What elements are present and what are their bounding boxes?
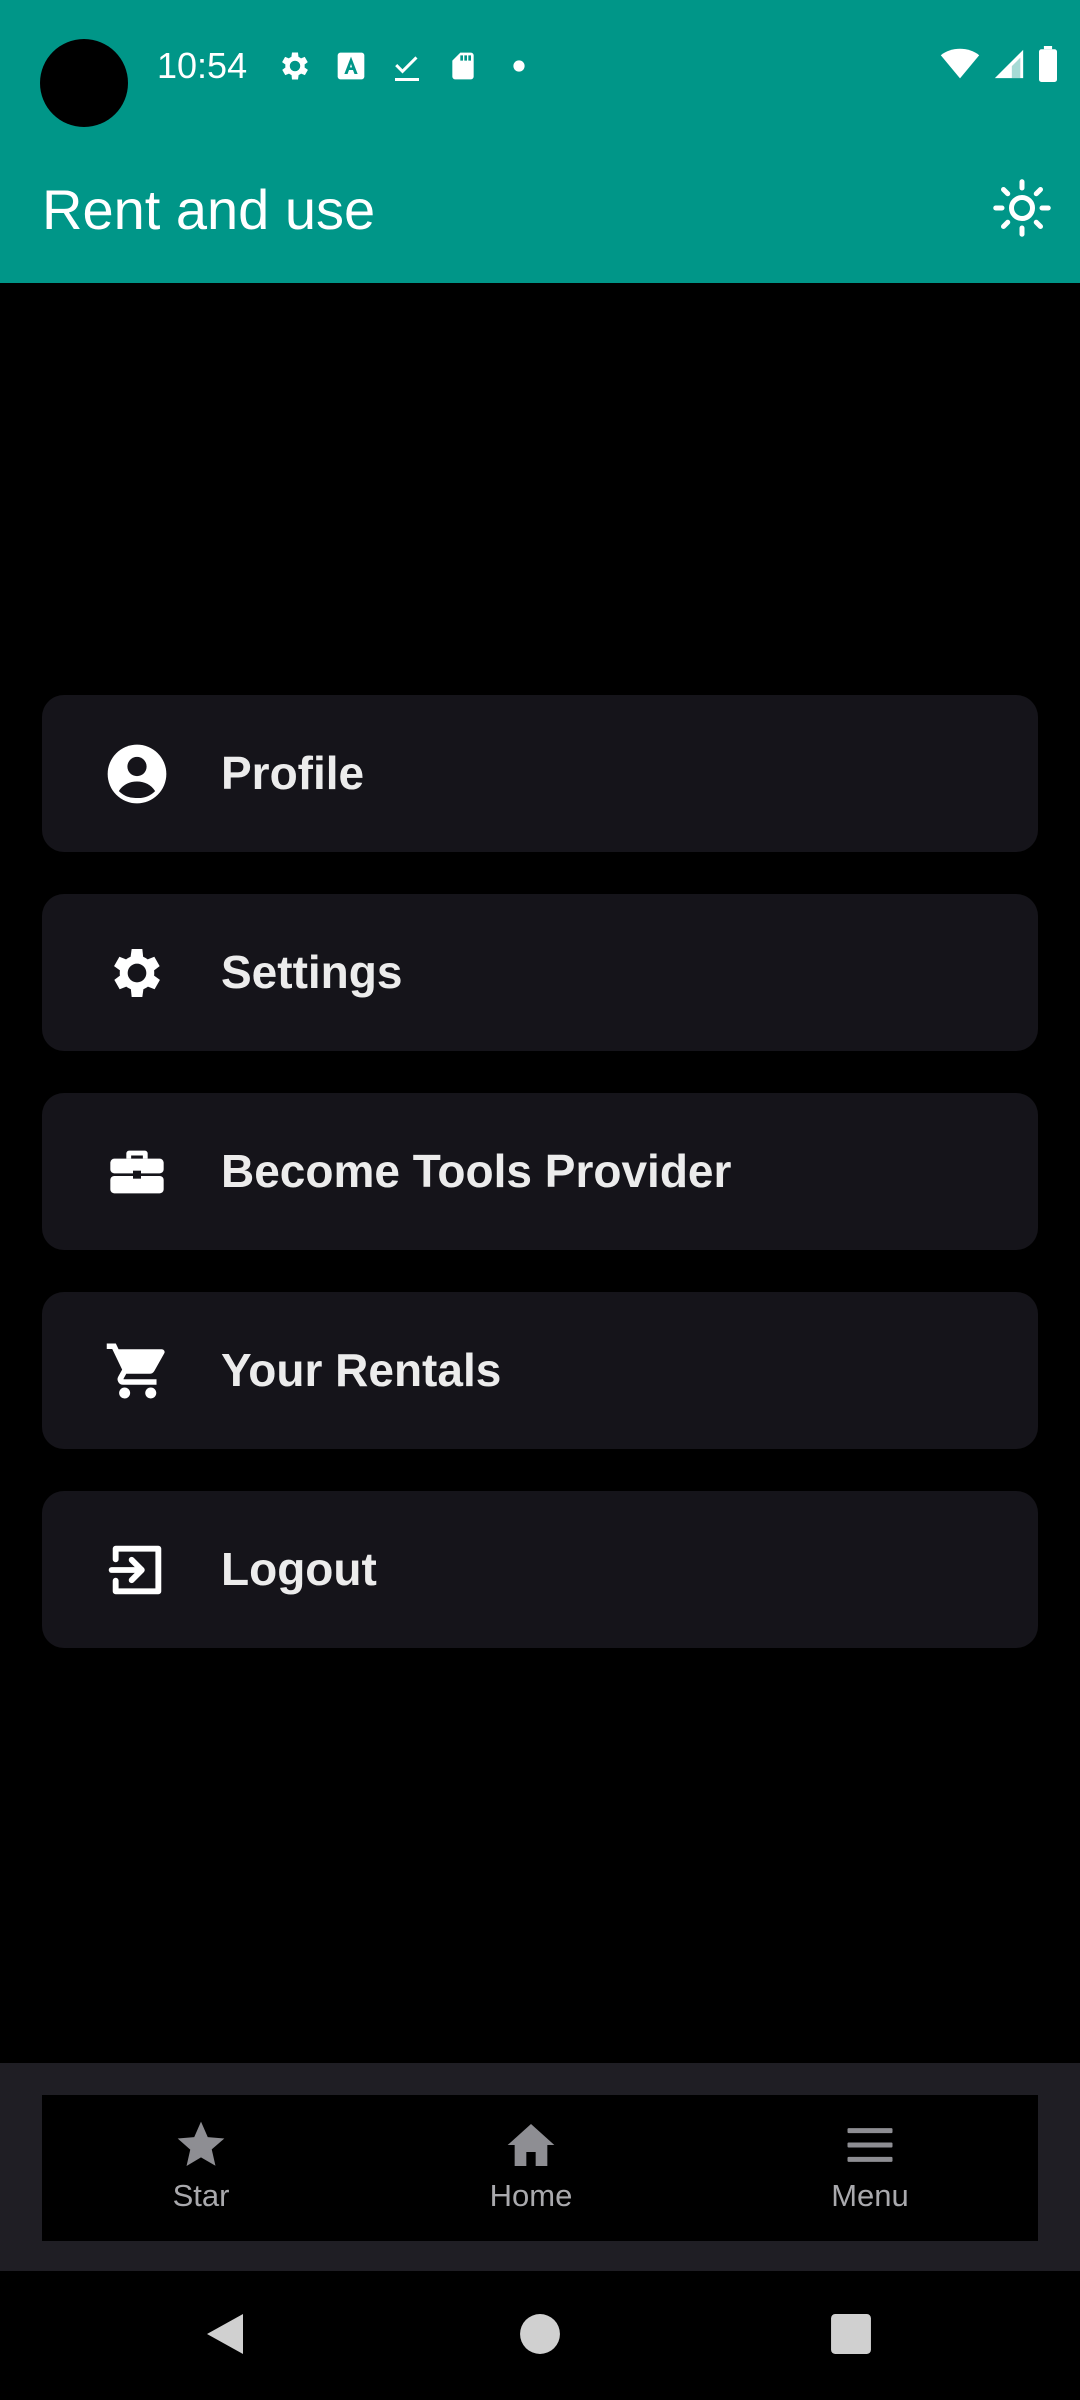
menu-item-label: Settings bbox=[221, 946, 403, 998]
bottom-nav-container: Star Home Menu bbox=[0, 2063, 1080, 2271]
cart-icon bbox=[104, 1338, 170, 1404]
gear-icon bbox=[276, 47, 314, 85]
nav-item-star[interactable]: Star bbox=[101, 2095, 301, 2241]
font-a-icon bbox=[332, 47, 370, 85]
gear-icon bbox=[104, 940, 170, 1006]
menu-item-label: Logout bbox=[221, 1543, 377, 1595]
wifi-icon bbox=[940, 48, 980, 85]
menu-icon bbox=[770, 2117, 970, 2173]
system-nav-bar bbox=[0, 2271, 1080, 2400]
menu-item-label: Profile bbox=[221, 747, 365, 799]
download-check-icon bbox=[388, 47, 426, 85]
notification-icons bbox=[276, 46, 538, 86]
nav-label-home: Home bbox=[489, 2178, 573, 2213]
menu-item-label: Your Rentals bbox=[221, 1344, 502, 1396]
logout-icon bbox=[104, 1537, 170, 1603]
camera-cutout bbox=[40, 39, 128, 127]
system-home-button[interactable] bbox=[515, 2311, 565, 2361]
back-triangle-icon bbox=[203, 2310, 247, 2363]
nav-item-home[interactable]: Home bbox=[431, 2095, 631, 2241]
menu-item-profile[interactable]: Profile bbox=[42, 695, 1038, 852]
app-bar: Rent and use bbox=[0, 160, 1080, 260]
home-circle-icon bbox=[519, 2313, 561, 2360]
battery-icon bbox=[1038, 45, 1058, 87]
sd-card-icon bbox=[444, 47, 482, 85]
system-status-icons bbox=[940, 45, 1058, 87]
star-icon bbox=[101, 2117, 301, 2173]
nav-label-star: Star bbox=[172, 2178, 230, 2213]
system-recents-button[interactable] bbox=[826, 2311, 876, 2361]
menu-item-logout[interactable]: Logout bbox=[42, 1491, 1038, 1648]
menu-item-settings[interactable]: Settings bbox=[42, 894, 1038, 1051]
sun-icon bbox=[992, 178, 1052, 243]
theme-toggle-button[interactable] bbox=[988, 176, 1056, 244]
nav-item-menu[interactable]: Menu bbox=[770, 2095, 970, 2241]
briefcase-icon bbox=[104, 1139, 170, 1205]
home-icon bbox=[431, 2117, 631, 2173]
menu-list: Profile Settings Become Tools Provider Y… bbox=[42, 695, 1038, 1690]
status-bar: 10:54 bbox=[0, 0, 1080, 136]
status-time: 10:54 bbox=[157, 45, 248, 86]
menu-item-label: Become Tools Provider bbox=[221, 1145, 732, 1197]
recents-square-icon bbox=[830, 2313, 872, 2360]
dot-icon bbox=[500, 47, 538, 85]
signal-icon bbox=[992, 47, 1026, 86]
bottom-nav: Star Home Menu bbox=[42, 2095, 1038, 2241]
app-title: Rent and use bbox=[42, 178, 376, 241]
nav-label-menu: Menu bbox=[831, 2178, 909, 2213]
menu-item-become-tools-provider[interactable]: Become Tools Provider bbox=[42, 1093, 1038, 1250]
system-back-button[interactable] bbox=[200, 2311, 250, 2361]
menu-item-your-rentals[interactable]: Your Rentals bbox=[42, 1292, 1038, 1449]
account-circle-icon bbox=[104, 741, 170, 807]
top-app-area: 10:54 Rent and use bbox=[0, 0, 1080, 283]
